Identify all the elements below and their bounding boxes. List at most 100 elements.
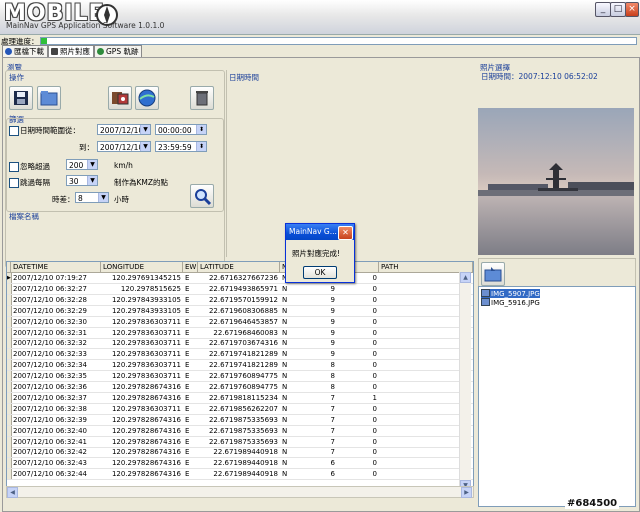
table-cell: 22.6716327667236: [208, 274, 278, 282]
table-row[interactable]: 2007/12/10 06:32:30 120.297836303711 E 22.6…: [7, 316, 473, 328]
gps-data-grid[interactable]: DATETIME LONGITUDE EW LATITUDE NS ID PAT…: [6, 261, 474, 493]
table-cell: N: [282, 350, 288, 359]
spin-icon: ⬍: [196, 125, 206, 134]
table-cell: N: [282, 404, 288, 413]
table-cell: 22.671989440918: [213, 448, 278, 457]
table-cell: E: [185, 295, 190, 304]
speed-select[interactable]: 200 ▼: [66, 159, 98, 170]
table-row[interactable]: 2007/12/10 06:32:33 120.297836303711 E 22.6…: [7, 349, 473, 361]
table-row[interactable]: 2007/12/10 06:32:41 120.297828674316 E 22.6…: [7, 436, 473, 448]
table-cell: 6: [330, 470, 335, 479]
magnifier-icon: [195, 189, 212, 206]
save-icon: [14, 91, 28, 105]
table-row[interactable]: 2007/12/10 06:32:35 120.297836303711 E 22.6…: [7, 371, 473, 383]
table-cell: 9: [330, 284, 335, 293]
table-cell: 9: [330, 350, 335, 359]
trash-button[interactable]: [190, 86, 214, 110]
list-item[interactable]: IMG_5916.JPG: [481, 298, 540, 307]
save-button[interactable]: [9, 86, 33, 110]
table-cell: 9: [330, 295, 335, 304]
table-cell: E: [185, 274, 190, 282]
table-row[interactable]: 2007/12/10 06:32:38 120.297836303711 E 22.6…: [7, 403, 473, 415]
operations-label: 操作: [9, 73, 24, 82]
globe-button[interactable]: [135, 86, 159, 110]
table-cell: 120.297836303711: [111, 339, 181, 348]
timezone-select[interactable]: 8 ▼: [75, 192, 109, 203]
table-row[interactable]: 2007/12/10 06:32:40 120.297828674316 E 22.6…: [7, 425, 473, 437]
column-header[interactable]: DATETIME: [11, 262, 101, 273]
photo-map-button[interactable]: [108, 86, 132, 110]
kmz-points-label: 制作為KMZ的點: [114, 178, 169, 187]
table-cell: 2007/12/10 06:32:42: [13, 448, 88, 457]
column-header[interactable]: EW: [183, 262, 198, 273]
table-cell: 6: [330, 459, 335, 468]
chevron-down-icon: ▼: [140, 125, 150, 134]
table-row[interactable]: 2007/12/10 06:32:28 120.297843933105 E 22.6…: [7, 294, 473, 306]
skip-points-checkbox[interactable]: [9, 178, 19, 188]
horizontal-scrollbar[interactable]: ◀ ▶: [6, 486, 474, 498]
table-row[interactable]: 2007/12/10 06:32:43 120.297828674316 E 22.6…: [7, 458, 473, 470]
tab-gps-track[interactable]: GPS 軌跡: [94, 45, 143, 57]
table-row[interactable]: 2007/12/10 06:32:32 120.297836303711 E 22.6…: [7, 338, 473, 350]
table-row[interactable]: 2007/12/10 06:32:34 120.297836303711 E 22.6…: [7, 360, 473, 372]
scroll-left-icon[interactable]: ◀: [7, 487, 18, 498]
table-row[interactable]: 2007/12/10 06:32:31 120.297836303711 E 22.6…: [7, 327, 473, 339]
table-row[interactable]: 2007/12/10 06:32:42 120.297828674316 E 22.6…: [7, 447, 473, 459]
scroll-up-icon[interactable]: ▲: [460, 272, 471, 283]
table-cell: 0: [372, 284, 377, 293]
open-photo-folder-button[interactable]: [481, 262, 505, 286]
table-row[interactable]: 2007/12/10 06:32:36 120.297828674316 E 22.6…: [7, 382, 473, 393]
gps-icon: [97, 48, 104, 55]
table-cell: 2007/12/10 06:32:39: [13, 415, 88, 424]
dialog-close-button[interactable]: ✕: [338, 226, 353, 240]
table-cell: 22.6719818115234: [208, 393, 278, 402]
table-cell: 0: [372, 328, 377, 337]
table-cell: 7: [330, 437, 335, 446]
table-cell: 7: [330, 426, 335, 435]
table-cell: 22.671968460083: [213, 328, 278, 337]
table-cell: E: [185, 361, 190, 370]
table-cell: 120.297828674316: [111, 470, 181, 479]
watermark: #684500: [565, 498, 620, 509]
table-cell: E: [185, 459, 190, 468]
photo-file-list[interactable]: IMG_5907.JPG IMG_5916.JPG: [478, 286, 636, 507]
apply-filter-button[interactable]: [190, 184, 214, 208]
table-cell: 22.671989440918: [213, 459, 278, 468]
table-cell: 7: [330, 404, 335, 413]
table-row[interactable]: 2007/12/10 06:32:44 120.297828674316 E 22.6…: [7, 469, 473, 481]
ok-button[interactable]: OK: [303, 266, 337, 279]
table-cell: N: [282, 437, 288, 446]
date-range-checkbox[interactable]: [9, 126, 19, 136]
restore-button[interactable]: □: [610, 2, 626, 17]
table-row[interactable]: ▶ 2007/12/10 07:19:27 120.297691345215 E 22.…: [7, 273, 473, 284]
speed-filter-checkbox[interactable]: [9, 162, 19, 172]
table-cell: N: [282, 459, 288, 468]
list-item[interactable]: IMG_5907.JPG: [481, 289, 540, 298]
column-header[interactable]: LONGITUDE: [101, 262, 183, 273]
table-cell: 0: [372, 317, 377, 326]
table-row[interactable]: 2007/12/10 06:32:39 120.297828674316 E 22.6…: [7, 414, 473, 426]
date-from-picker[interactable]: 2007/12/10 ▼: [97, 124, 151, 135]
date-to-picker[interactable]: 2007/12/10 ▼: [97, 141, 151, 152]
open-button[interactable]: [37, 86, 61, 110]
table-cell: 2007/12/10 06:32:38: [13, 404, 88, 413]
table-cell: 9: [330, 306, 335, 315]
time-from-field[interactable]: 00:00:00 ⬍: [155, 124, 207, 135]
table-cell: 22.6719760894775: [208, 372, 278, 381]
tab-photo-mapping[interactable]: 照片對應: [48, 45, 94, 57]
table-row[interactable]: 2007/12/10 06:32:29 120.297843933105 E 22.6…: [7, 305, 473, 317]
skip-points-select[interactable]: 30 ▼: [66, 175, 98, 186]
table-cell: N: [282, 415, 288, 424]
time-to-field[interactable]: 23:59:59 ⬍: [155, 141, 207, 152]
table-row[interactable]: 2007/12/10 06:32:27 120.2978515625 E 22.671…: [7, 283, 473, 295]
table-cell: 2007/12/10 06:32:33: [13, 350, 88, 359]
spin-icon: ⬍: [196, 142, 206, 151]
scroll-right-icon[interactable]: ▶: [461, 487, 472, 498]
table-cell: 7: [330, 448, 335, 457]
vertical-scrollbar[interactable]: ▲ ▼: [459, 272, 471, 491]
tab-download[interactable]: 匯檔下載: [2, 45, 48, 57]
column-header[interactable]: LATITUDE: [198, 262, 280, 273]
minimize-button[interactable]: _: [595, 2, 611, 17]
table-row[interactable]: 2007/12/10 06:32:37 120.297828674316 E 22.6…: [7, 392, 473, 404]
close-button[interactable]: ×: [625, 2, 639, 17]
